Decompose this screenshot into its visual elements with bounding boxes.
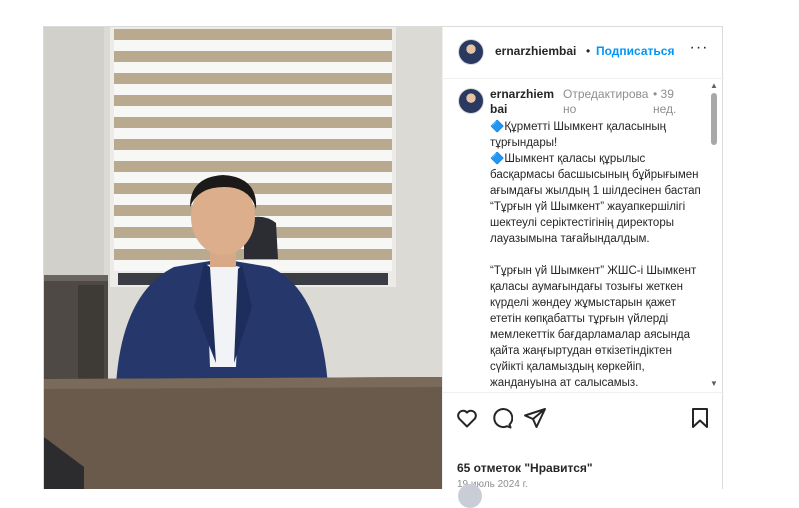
caption-area[interactable]: ernarzhiembai Отредактировано • 39 нед. … — [443, 79, 724, 392]
action-bar: 65 отметок "Нравится" 19 июль 2024 г. — [443, 392, 724, 493]
post-panel: ernarzhiembai • Подписаться ··· ernarzhi… — [442, 27, 724, 490]
time-separator: • — [653, 87, 658, 101]
post-age-value: 39 нед. — [653, 87, 677, 116]
likes-count[interactable]: 65 отметок "Нравится" — [457, 461, 593, 475]
avatar[interactable] — [458, 39, 484, 65]
username-link[interactable]: ernarzhiembai — [495, 44, 576, 58]
more-options-icon[interactable]: ··· — [688, 39, 710, 59]
top-bar — [0, 0, 799, 26]
caption-username[interactable]: ernarzhiembai — [490, 87, 560, 117]
scroll-up-arrow-icon[interactable]: ▲ — [710, 81, 718, 90]
caption-avatar[interactable] — [458, 88, 484, 114]
follow-button[interactable]: Подписаться — [596, 44, 674, 58]
separator-dot: • — [586, 44, 591, 58]
instagram-post: ernarzhiembai • Подписаться ··· ernarzhi… — [43, 26, 724, 490]
next-avatar[interactable] — [458, 484, 482, 508]
scroll-thumb[interactable] — [711, 93, 717, 145]
post-photo[interactable] — [44, 27, 442, 489]
caption-text: 🔷Құрметті Шымкент қаласының тұрғындары! … — [490, 121, 701, 389]
comment-icon[interactable] — [489, 406, 513, 430]
scroll-down-arrow-icon[interactable]: ▼ — [710, 379, 718, 388]
edited-label: Отредактировано — [563, 87, 649, 116]
heart-icon[interactable] — [455, 406, 479, 430]
share-icon[interactable] — [523, 406, 547, 430]
post-image — [44, 27, 442, 489]
post-age: • 39 нед. — [653, 87, 693, 117]
caption-scrollbar[interactable]: ▲ ▼ — [708, 79, 720, 392]
bookmark-icon[interactable] — [688, 406, 712, 430]
post-header: ernarzhiembai • Подписаться ··· — [443, 27, 724, 79]
